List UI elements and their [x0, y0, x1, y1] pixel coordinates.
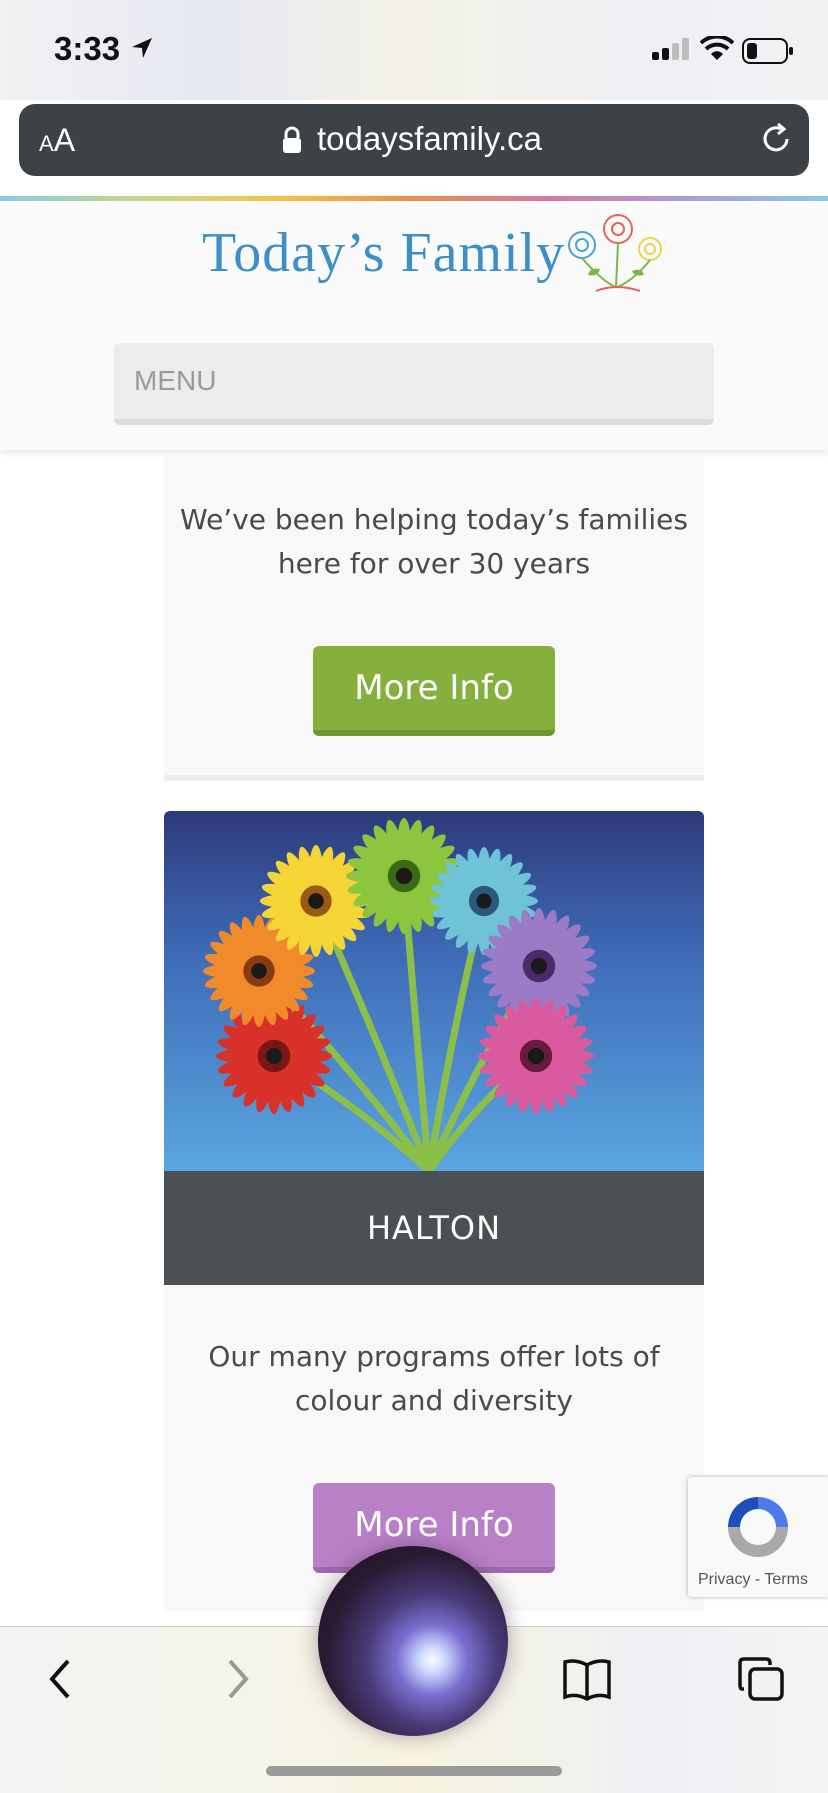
logo-flowers-icon[interactable] [560, 209, 670, 299]
flower-center-dot [476, 893, 492, 909]
flower-center-dot [395, 867, 413, 885]
site-logo-text[interactable]: Today’s Family [202, 221, 565, 285]
card-description: Our many programs offer lots of colour a… [208, 1340, 660, 1417]
flower-center-dot [527, 1047, 545, 1065]
terms-link[interactable]: Terms [764, 1571, 808, 1588]
flower-center-dot [530, 957, 548, 975]
back-icon[interactable] [44, 1657, 78, 1701]
siri-orb[interactable] [318, 1546, 508, 1736]
url-text[interactable]: todaysfamily.ca [317, 120, 542, 158]
text-size-small-label: A [39, 131, 54, 156]
home-indicator[interactable] [266, 1766, 562, 1776]
bookmarks-icon[interactable] [562, 1657, 612, 1701]
tabs-icon[interactable] [738, 1657, 786, 1703]
menu-label: MENU [134, 365, 217, 396]
recaptcha-links: Privacy - Terms [698, 1571, 808, 1589]
reload-icon[interactable] [759, 122, 793, 156]
text-size-button[interactable]: AA [39, 122, 75, 159]
more-info-button[interactable]: More Info [313, 646, 555, 736]
flower-center-dot [308, 893, 324, 909]
menu-button[interactable]: MENU [114, 343, 714, 425]
site-header: Today’s Family MENU [0, 201, 828, 450]
recaptcha-icon [728, 1497, 788, 1557]
card-description: We’ve been helping today’s families here… [180, 503, 688, 580]
address-bar[interactable]: AA todaysfamily.ca [19, 104, 809, 176]
lock-icon [283, 126, 301, 153]
wifi-icon [700, 36, 734, 60]
cellular-signal-icon [652, 38, 689, 60]
flower-center-dot [251, 963, 267, 979]
text-size-big-label: A [53, 122, 76, 158]
location-arrow-icon [132, 38, 152, 58]
flower-center-dot [265, 1047, 283, 1065]
flowers-image[interactable] [164, 811, 704, 1171]
location-label[interactable]: HALTON [164, 1171, 704, 1285]
recaptcha-badge[interactable]: Privacy - Terms [688, 1477, 828, 1597]
battery-icon [742, 38, 793, 64]
privacy-link[interactable]: Privacy [698, 1571, 750, 1588]
status-bar: 3:33 [0, 0, 828, 100]
forward-icon[interactable] [220, 1657, 254, 1701]
status-time: 3:33 [54, 30, 121, 67]
info-card: We’ve been helping today’s families here… [164, 455, 704, 781]
location-card: HALTON Our many programs offer lots of c… [164, 811, 704, 1611]
link-separator: - [754, 1571, 761, 1588]
